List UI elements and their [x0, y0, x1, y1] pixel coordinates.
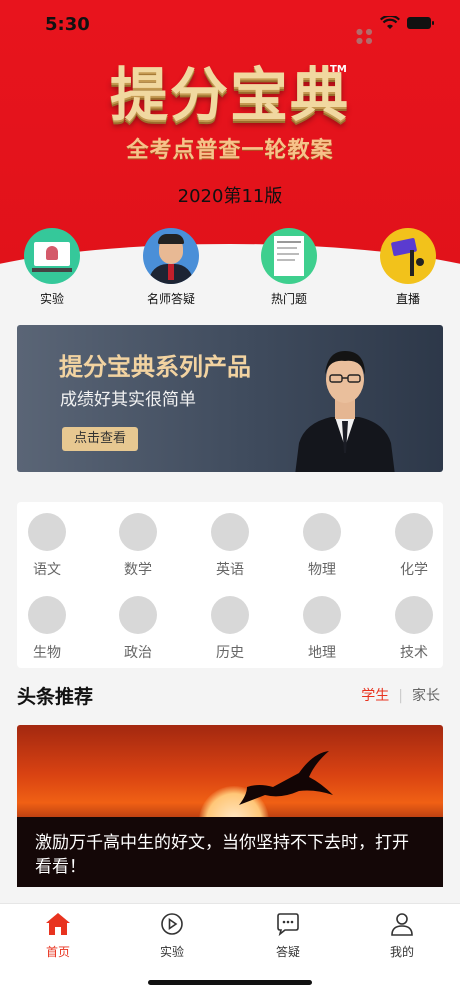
politics-icon — [119, 596, 157, 634]
presenter-photo — [295, 351, 395, 472]
signal-icon: ● ● ● ● — [356, 27, 373, 45]
subject-label: 物理 — [308, 562, 336, 578]
tab-experiment[interactable]: 实验 — [132, 912, 212, 960]
subject-physics[interactable]: 物理 — [292, 513, 352, 579]
teacher-portrait — [143, 228, 199, 284]
subject-label: 生物 — [33, 645, 61, 661]
history-icon — [211, 596, 249, 634]
subject-english[interactable]: 英语 — [200, 513, 260, 579]
trademark: TM — [330, 64, 347, 75]
subject-technology[interactable]: 技术 — [384, 596, 444, 662]
subject-label: 历史 — [216, 645, 244, 661]
subject-label: 地理 — [308, 645, 336, 661]
edition-label: 2020第11版 — [177, 186, 283, 207]
subject-label: 政治 — [124, 645, 152, 661]
technology-icon — [395, 596, 433, 634]
chat-bubble-icon — [277, 913, 299, 937]
headlines-tabs: 学生 | 家长 — [361, 685, 440, 705]
physics-icon — [303, 513, 341, 551]
home-indicator — [148, 980, 312, 985]
banner-view-button[interactable]: 点击查看 — [62, 427, 138, 451]
phone-tripod-icon — [380, 228, 436, 284]
exam-paper-thumbnail — [261, 228, 317, 284]
geography-icon — [303, 596, 341, 634]
chemistry-icon — [395, 513, 433, 551]
experiment-video-thumbnail — [24, 228, 80, 284]
tab-label: 答疑 — [275, 945, 300, 959]
tab-mine[interactable]: 我的 — [362, 912, 442, 960]
english-icon — [211, 513, 249, 551]
battery-icon — [407, 17, 434, 29]
tab-parents[interactable]: 家长 — [412, 688, 440, 704]
tab-label: 实验 — [159, 945, 184, 959]
tab-home[interactable]: 首页 — [18, 912, 98, 960]
subject-chemistry[interactable]: 化学 — [384, 513, 444, 579]
tab-students[interactable]: 学生 — [361, 688, 389, 704]
subject-grid: 语文 数学 英语 物理 化学 生物 政治 历史 地理 技术 — [17, 502, 443, 668]
biology-icon — [28, 596, 66, 634]
math-icon — [119, 513, 157, 551]
quick-action-label: 名师答疑 — [146, 292, 195, 306]
app-subtitle: 全考点普查一轮教案 — [126, 138, 334, 163]
quick-action-live[interactable]: 直播 — [368, 228, 448, 307]
subject-label: 英语 — [216, 562, 244, 578]
user-icon — [391, 913, 413, 936]
wifi-icon — [380, 16, 400, 29]
tab-label: 我的 — [389, 945, 414, 959]
chinese-icon — [28, 513, 66, 551]
subject-label: 语文 — [33, 562, 61, 578]
subject-math[interactable]: 数学 — [108, 513, 168, 579]
bird-silhouette — [239, 751, 333, 805]
quick-action-label: 实验 — [39, 292, 64, 306]
subject-history[interactable]: 历史 — [200, 596, 260, 662]
subject-biology[interactable]: 生物 — [17, 596, 77, 662]
banner-title: 提分宝典系列产品 — [59, 353, 251, 381]
home-icon — [46, 913, 70, 935]
banner-subtitle: 成绩好其实很简单 — [60, 390, 196, 410]
quick-action-hot-questions[interactable]: 热门题 — [249, 228, 329, 307]
brand-block: 提分宝典 TM 全考点普查一轮教案 2020第11版 — [0, 60, 460, 208]
status-time: 5:30 — [45, 14, 90, 35]
quick-actions: 实验 名师答疑 热门题 直播 — [0, 228, 460, 308]
quick-action-label: 热门题 — [270, 292, 307, 306]
article-card[interactable]: 激励万千高中生的好文，当你坚持不下去时，打开看看！ — [17, 725, 443, 887]
quick-action-label: 直播 — [395, 292, 420, 306]
quick-action-experiment[interactable]: 实验 — [12, 228, 92, 307]
subject-label: 技术 — [400, 645, 428, 661]
subject-label: 数学 — [124, 562, 152, 578]
headlines-title: 头条推荐 — [17, 686, 94, 708]
app-title: 提分宝典 — [109, 61, 350, 129]
quick-action-teacher[interactable]: 名师答疑 — [131, 228, 211, 307]
tab-divider: | — [398, 688, 403, 704]
play-circle-icon — [161, 913, 183, 935]
status-bar: 5:30 ● ● ● ● — [0, 0, 460, 50]
subject-politics[interactable]: 政治 — [108, 596, 168, 662]
subject-label: 化学 — [400, 562, 428, 578]
tab-label: 首页 — [45, 945, 70, 959]
subject-geography[interactable]: 地理 — [292, 596, 352, 662]
promo-banner[interactable]: 提分宝典系列产品 成绩好其实很简单 点击查看 — [17, 325, 443, 472]
tab-qa[interactable]: 答疑 — [248, 912, 328, 960]
article-caption: 激励万千高中生的好文，当你坚持不下去时，打开看看！ — [35, 833, 409, 877]
subject-chinese[interactable]: 语文 — [17, 513, 77, 579]
